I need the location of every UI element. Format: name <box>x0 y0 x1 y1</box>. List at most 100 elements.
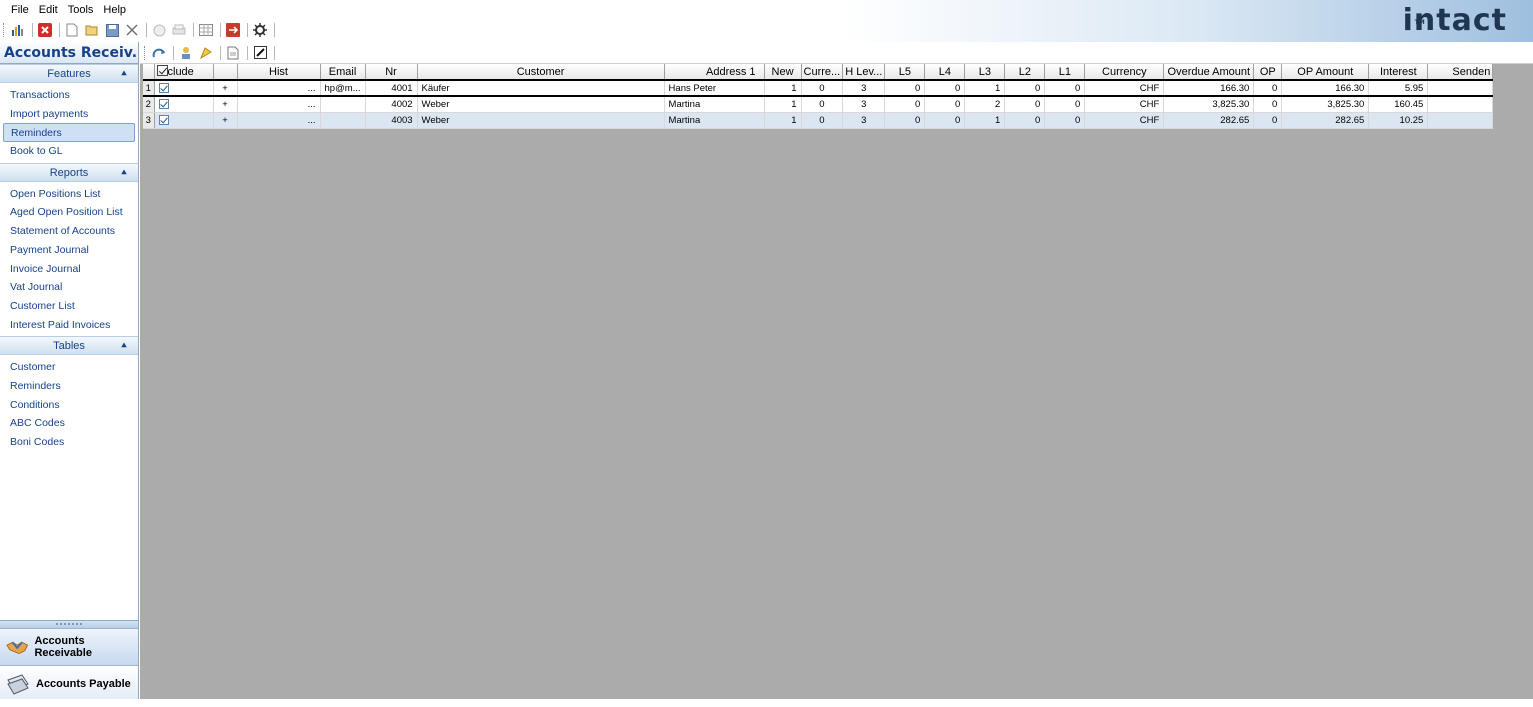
col-header-address1[interactable]: Address 1 <box>664 64 765 81</box>
new-doc-icon[interactable] <box>63 22 81 38</box>
nav-item-customer-list[interactable]: Customer List <box>0 297 138 316</box>
op-amount-cell[interactable]: 3,825.30 <box>1281 96 1370 113</box>
expand-cell[interactable]: + <box>213 96 238 113</box>
col-header-customer[interactable]: Customer <box>417 64 665 81</box>
currency-cell[interactable]: CHF <box>1084 96 1165 113</box>
nav-item-abc-codes[interactable]: ABC Codes <box>0 414 138 433</box>
col-header-hist[interactable]: Hist <box>237 64 321 81</box>
disabled-print-icon[interactable] <box>150 22 168 38</box>
row-number[interactable]: 1 <box>143 79 155 97</box>
l4-cell[interactable]: 0 <box>924 96 966 113</box>
l5-cell[interactable]: 0 <box>884 79 926 97</box>
new-cell[interactable]: 1 <box>764 96 802 113</box>
new-cell[interactable]: 1 <box>764 79 802 97</box>
row-number[interactable]: 2 <box>143 96 155 113</box>
module-button-accounts-payable[interactable]: Accounts Payable <box>0 665 138 702</box>
row-number[interactable]: 3 <box>143 112 155 129</box>
op-cell[interactable]: 0 <box>1253 96 1283 113</box>
l3-cell[interactable]: 1 <box>964 112 1006 129</box>
overdue-amount-cell[interactable]: 166.30 <box>1163 79 1255 97</box>
include-checkbox-cell[interactable] <box>154 96 214 113</box>
h-level-cell[interactable]: 3 <box>842 96 886 113</box>
col-header-new[interactable]: New <box>764 64 802 81</box>
export-red-icon[interactable] <box>224 22 242 38</box>
email-cell[interactable]: hp@m... <box>320 79 366 97</box>
currency-cell[interactable]: CHF <box>1084 79 1165 97</box>
highlight-icon[interactable] <box>197 45 215 61</box>
menu-edit[interactable]: Edit <box>34 1 63 19</box>
table-row[interactable]: 2 + ... 4002 Weber Martina 1 0 3 0 0 2 0… <box>143 96 1494 113</box>
email-cell[interactable] <box>320 96 366 113</box>
chevron-up-icon[interactable]: ⯅ <box>120 65 128 84</box>
group-header-reports[interactable]: Reports ⯅ <box>0 162 138 182</box>
l2-cell[interactable]: 0 <box>1004 112 1046 129</box>
col-header-h-level[interactable]: H Lev... <box>842 64 886 81</box>
nr-cell[interactable]: 4001 <box>365 79 418 97</box>
col-header-nr[interactable]: Nr <box>365 64 418 81</box>
col-header-senden[interactable]: Senden <box>1427 64 1494 81</box>
col-header-include[interactable]: clude <box>154 64 214 81</box>
overdue-amount-cell[interactable]: 3,825.30 <box>1163 96 1255 113</box>
include-checkbox-cell[interactable] <box>154 79 214 97</box>
pane-splitter[interactable] <box>0 620 138 628</box>
col-header-op-amount[interactable]: OP Amount <box>1281 64 1370 81</box>
hist-cell[interactable]: ... <box>237 112 321 129</box>
nav-item-aged-open-position-list[interactable]: Aged Open Position List <box>0 203 138 222</box>
nav-item-book-to-gl[interactable]: Book to GL <box>0 142 138 161</box>
currency-cell[interactable]: CHF <box>1084 112 1165 129</box>
col-header-currency[interactable]: Currency <box>1084 64 1165 81</box>
hist-cell[interactable]: ... <box>237 79 321 97</box>
col-header-interest[interactable]: Interest <box>1368 64 1429 81</box>
l4-cell[interactable]: 0 <box>924 79 966 97</box>
include-checkbox[interactable] <box>158 82 169 93</box>
op-cell[interactable]: 0 <box>1253 112 1283 129</box>
l2-cell[interactable]: 0 <box>1004 79 1046 97</box>
col-header-l4[interactable]: L4 <box>924 64 966 81</box>
nav-item-boni-codes[interactable]: Boni Codes <box>0 433 138 452</box>
op-amount-cell[interactable]: 282.65 <box>1281 112 1370 129</box>
disabled-print-icon-2[interactable] <box>170 22 188 38</box>
nav-item-conditions[interactable]: Conditions <box>0 396 138 415</box>
col-header-overdue-amount[interactable]: Overdue Amount <box>1163 64 1255 81</box>
email-cell[interactable] <box>320 112 366 129</box>
h-level-cell[interactable]: 3 <box>842 79 886 97</box>
menu-help[interactable]: Help <box>98 1 131 19</box>
interest-cell[interactable]: 5.95 <box>1368 79 1429 97</box>
refresh-icon[interactable] <box>150 45 168 61</box>
chart-icon[interactable] <box>9 22 27 38</box>
expand-cell[interactable]: + <box>213 79 238 97</box>
senden-cell[interactable] <box>1427 96 1494 113</box>
overdue-amount-cell[interactable]: 282.65 <box>1163 112 1255 129</box>
col-header-l1[interactable]: L1 <box>1044 64 1086 81</box>
toolbar-grip[interactable] <box>144 45 147 60</box>
nav-item-statement-of-accounts[interactable]: Statement of Accounts <box>0 222 138 241</box>
nav-item-reminders-table[interactable]: Reminders <box>0 377 138 396</box>
l3-cell[interactable]: 2 <box>964 96 1006 113</box>
l5-cell[interactable]: 0 <box>884 96 926 113</box>
current-cell[interactable]: 0 <box>801 79 844 97</box>
col-header-current[interactable]: Curre... <box>801 64 844 81</box>
menu-tools[interactable]: Tools <box>63 1 99 19</box>
open-folder-icon[interactable] <box>83 22 101 38</box>
address1-cell[interactable]: Martina <box>664 112 765 129</box>
customer-cell[interactable]: Weber <box>417 96 665 113</box>
h-level-cell[interactable]: 3 <box>842 112 886 129</box>
col-header-l2[interactable]: L2 <box>1004 64 1046 81</box>
address1-cell[interactable]: Martina <box>664 96 765 113</box>
current-cell[interactable]: 0 <box>801 96 844 113</box>
include-checkbox[interactable] <box>158 99 169 110</box>
customer-cell[interactable]: Weber <box>417 112 665 129</box>
customer-cell[interactable]: Käufer <box>417 79 665 97</box>
table-row[interactable]: 3 + ... 4003 Weber Martina 1 0 3 0 0 1 0… <box>143 112 1494 129</box>
expand-cell[interactable]: + <box>213 112 238 129</box>
include-checkbox[interactable] <box>158 114 169 125</box>
interest-cell[interactable]: 160.45 <box>1368 96 1429 113</box>
group-header-features[interactable]: Features ⯅ <box>0 64 138 83</box>
row-header-corner[interactable] <box>143 64 155 81</box>
l2-cell[interactable]: 0 <box>1004 96 1046 113</box>
col-header-l3[interactable]: L3 <box>964 64 1006 81</box>
nav-item-reminders[interactable]: Reminders <box>3 123 135 143</box>
new-cell[interactable]: 1 <box>764 112 802 129</box>
op-cell[interactable]: 0 <box>1253 79 1283 97</box>
nav-item-customer[interactable]: Customer <box>0 358 138 377</box>
